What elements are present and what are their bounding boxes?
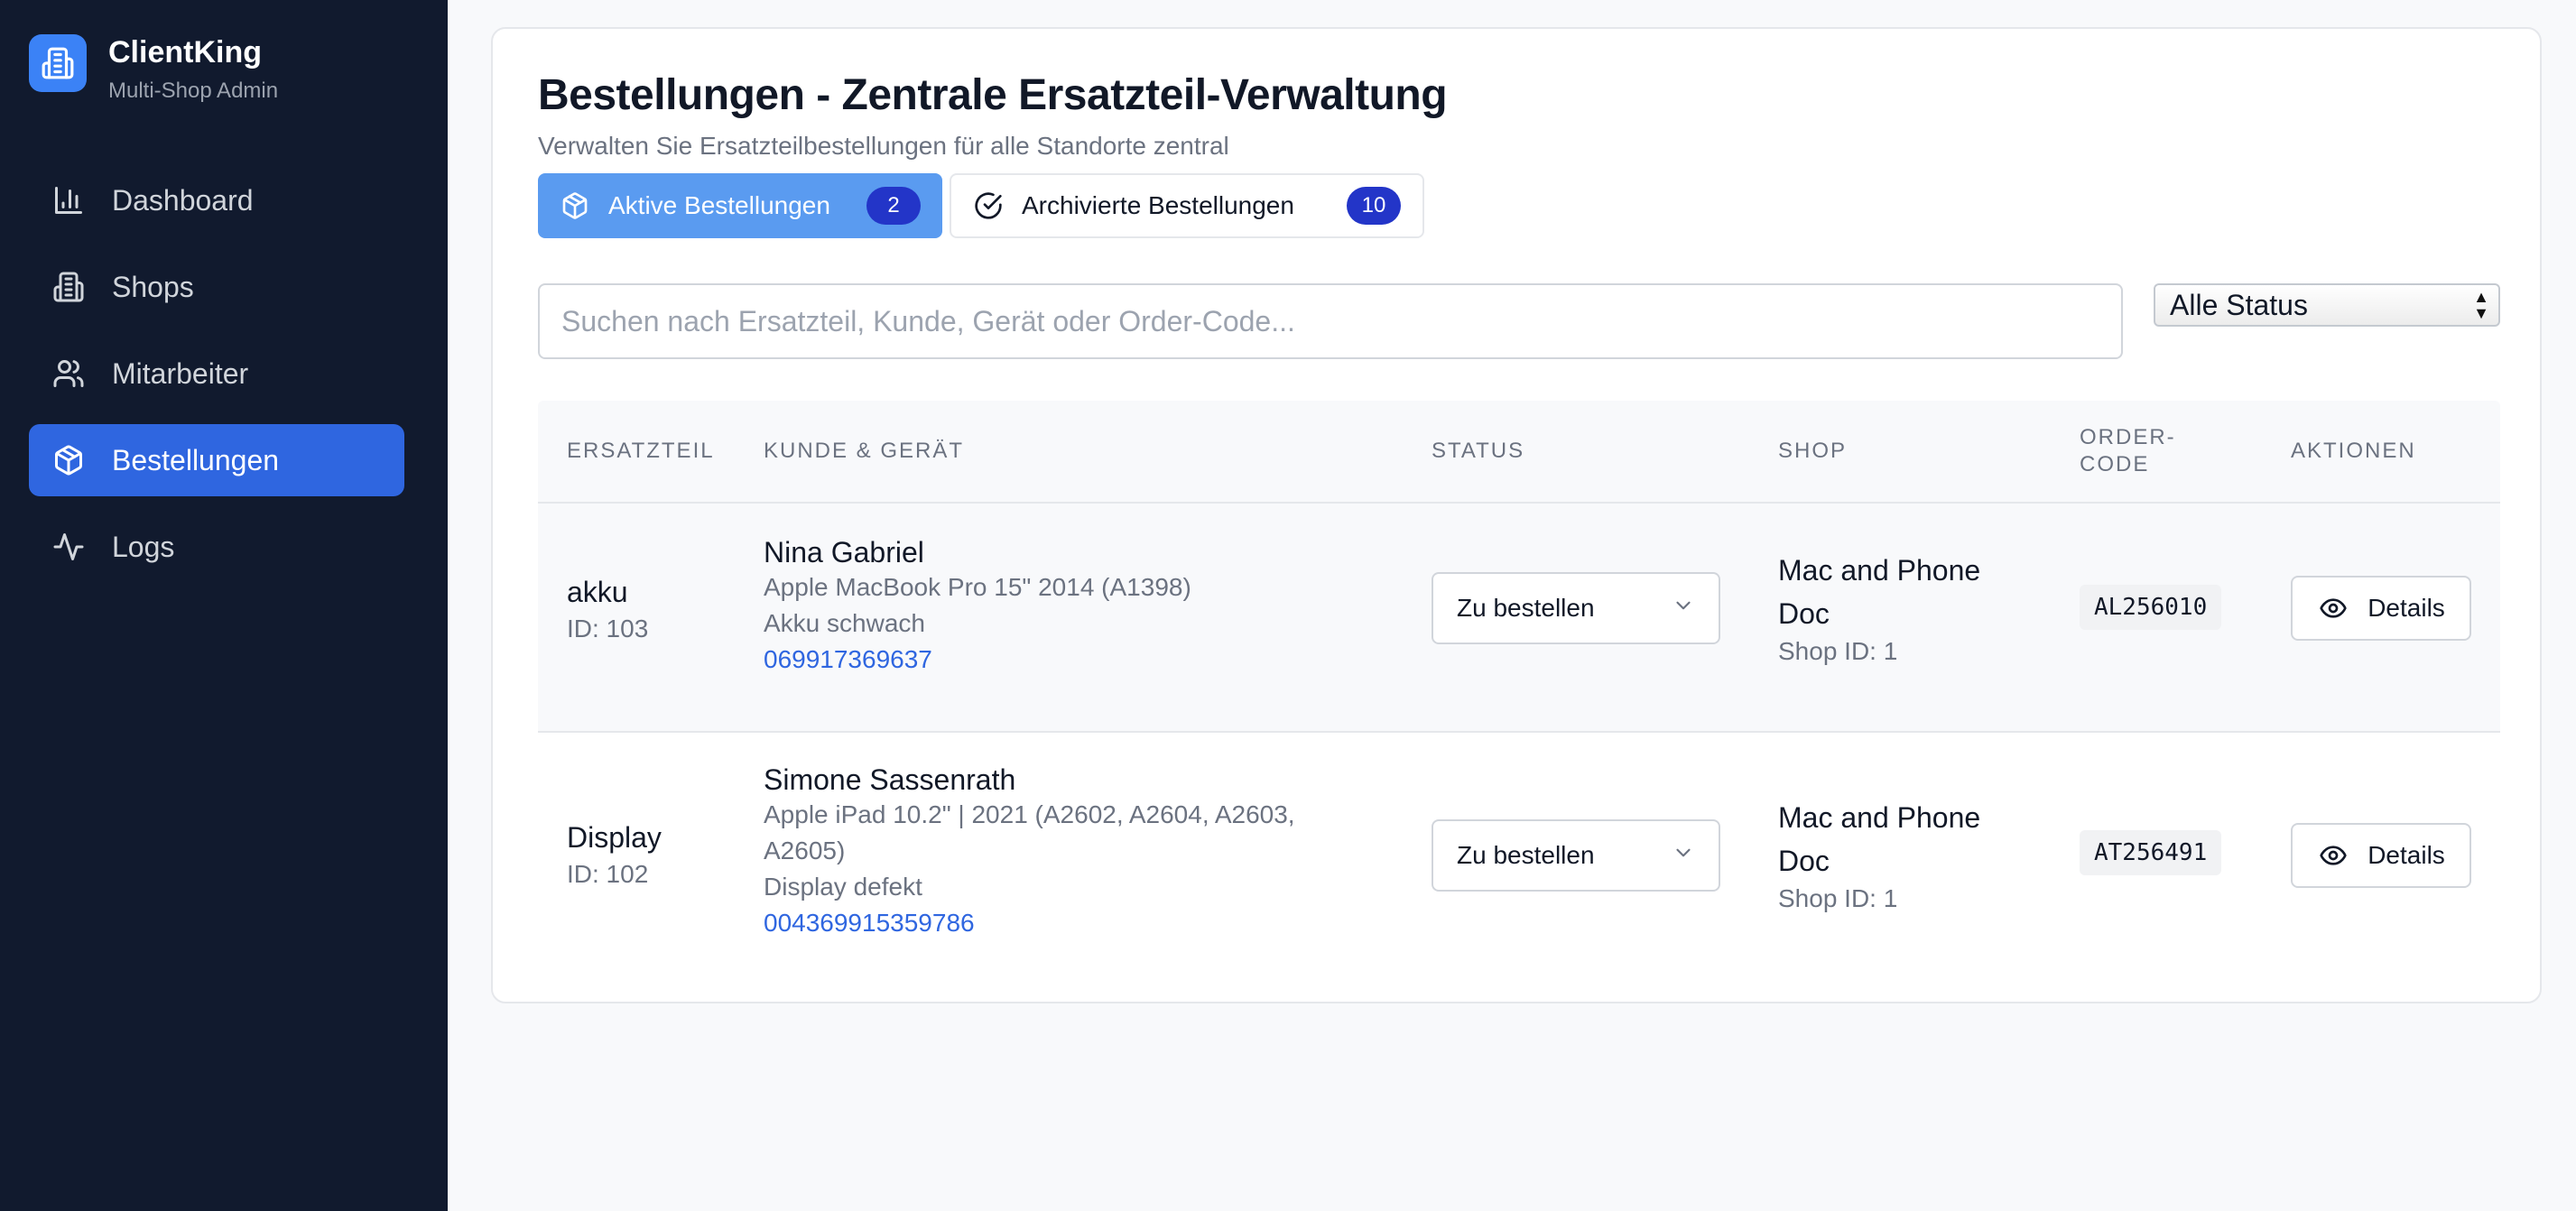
building-icon — [29, 34, 87, 92]
details-label: Details — [2368, 594, 2445, 622]
details-button[interactable]: Details — [2291, 576, 2471, 641]
customer-cell: Nina Gabriel Apple MacBook Pro 15" 2014 … — [764, 536, 1191, 678]
sidebar-item-label: Bestellungen — [112, 443, 280, 476]
phone-link[interactable]: 069917369637 — [764, 642, 1191, 678]
check-circle-icon — [973, 190, 1004, 221]
table-row: akku ID: 103 Nina Gabriel Apple MacBook … — [538, 504, 2500, 733]
shop-id: Shop ID: 1 — [1778, 884, 1898, 912]
shop-cell: Mac and Phone Doc Shop ID: 1 — [1778, 796, 2013, 915]
order-code-cell: AT256491 — [2080, 830, 2222, 875]
status-filter-value: Alle Status — [2170, 288, 2308, 321]
app-title: ClientKing — [108, 35, 262, 69]
details-button[interactable]: Details — [2291, 823, 2471, 888]
status-value: Zu bestellen — [1457, 841, 1595, 869]
shop-id: Shop ID: 1 — [1778, 637, 1898, 665]
device-name: Apple MacBook Pro 15" 2014 (A1398) — [764, 573, 1191, 601]
chevron-down-icon — [1672, 594, 1695, 624]
eye-icon — [2317, 592, 2349, 624]
sidebar-item-label: Mitarbeiter — [112, 356, 249, 390]
eye-icon — [2317, 839, 2349, 872]
header-shop: SHOP — [1778, 439, 1848, 463]
shop-name: Mac and Phone Doc — [1778, 554, 1981, 630]
sidebar-item-logs[interactable]: Logs — [29, 511, 404, 583]
page-title: Bestellungen - Zentrale Ersatzteil-Verwa… — [538, 71, 1448, 119]
orders-table: ERSATZTEIL KUNDE & GERÄT STATUS SHOP ORD… — [538, 401, 2500, 962]
status-cell: Zu bestellen — [1432, 572, 1720, 644]
status-value: Zu bestellen — [1457, 594, 1595, 622]
tab-active-orders[interactable]: Aktive Bestellungen 2 — [538, 173, 942, 238]
part-id: ID: 103 — [567, 615, 649, 642]
sidebar-item-label: Logs — [112, 530, 175, 563]
customer-name: Nina Gabriel — [764, 536, 924, 569]
customer-name: Simone Sassenrath — [764, 763, 1016, 796]
sidebar-item-shops[interactable]: Shops — [29, 251, 404, 323]
header-order-code: ORDER-CODE — [2080, 425, 2176, 476]
sidebar-nav: Dashboard Shops Mitarbeiter Bestellungen… — [29, 164, 404, 597]
tab-archived-orders[interactable]: Archivierte Bestellungen 10 — [950, 173, 1424, 238]
sidebar-item-label: Dashboard — [112, 183, 254, 217]
table-row: Display ID: 102 Simone Sassenrath Apple … — [538, 733, 2500, 962]
order-code-cell: AL256010 — [2080, 585, 2222, 630]
customer-cell: Simone Sassenrath Apple iPad 10.2" | 202… — [764, 763, 1359, 941]
building-icon — [51, 269, 87, 305]
app-subtitle: Multi-Shop Admin — [108, 79, 279, 103]
sidebar-item-bestellungen[interactable]: Bestellungen — [29, 424, 404, 496]
status-dropdown[interactable]: Zu bestellen — [1432, 572, 1720, 644]
chevron-down-icon — [1672, 841, 1695, 871]
header-ersatzteil: ERSATZTEIL — [567, 439, 715, 463]
status-cell: Zu bestellen — [1432, 819, 1720, 892]
part-cell: Display ID: 102 — [567, 821, 662, 889]
page-subtitle: Verwalten Sie Ersatzteilbestellungen für… — [538, 132, 1229, 160]
package-icon — [51, 442, 87, 478]
part-id: ID: 102 — [567, 860, 649, 888]
part-cell: akku ID: 103 — [567, 576, 648, 643]
order-code: AL256010 — [2080, 585, 2222, 630]
header-aktionen: AKTIONEN — [2291, 439, 2416, 463]
details-label: Details — [2368, 841, 2445, 869]
sidebar-item-mitarbeiter[interactable]: Mitarbeiter — [29, 337, 404, 410]
users-icon — [51, 356, 87, 392]
shop-name: Mac and Phone Doc — [1778, 801, 1981, 877]
header-status: STATUS — [1432, 439, 1525, 463]
tab-label: Aktive Bestellungen — [608, 191, 830, 219]
actions-cell: Details — [2291, 823, 2471, 888]
part-name: akku — [567, 576, 628, 608]
count-badge: 10 — [1347, 187, 1401, 225]
issue-text: Display defekt — [764, 873, 922, 901]
search-input[interactable] — [538, 283, 2123, 359]
sidebar-item-dashboard[interactable]: Dashboard — [29, 164, 404, 236]
sidebar-item-label: Shops — [112, 270, 194, 303]
activity-icon — [51, 529, 87, 565]
phone-link[interactable]: 004369915359786 — [764, 905, 1359, 941]
sidebar: ClientKing Multi-Shop Admin Dashboard Sh… — [0, 0, 448, 1211]
select-arrows-icon: ▲ ▼ — [2473, 288, 2489, 322]
order-code: AT256491 — [2080, 830, 2222, 875]
header-kunde-geraet: KUNDE & GERÄT — [764, 439, 965, 463]
count-badge: 2 — [866, 187, 921, 225]
package-icon — [560, 190, 590, 221]
shop-cell: Mac and Phone Doc Shop ID: 1 — [1778, 549, 2013, 668]
brand[interactable]: ClientKing Multi-Shop Admin — [29, 34, 278, 105]
device-name: Apple iPad 10.2" | 2021 (A2602, A2604, A… — [764, 800, 1295, 864]
actions-cell: Details — [2291, 576, 2471, 641]
order-tabs: Aktive Bestellungen 2 Archivierte Bestel… — [538, 173, 1432, 238]
table-header: ERSATZTEIL KUNDE & GERÄT STATUS SHOP ORD… — [538, 401, 2500, 504]
bar-chart-icon — [51, 182, 87, 218]
tab-label: Archivierte Bestellungen — [1022, 191, 1294, 219]
orders-card: Bestellungen - Zentrale Ersatzteil-Verwa… — [491, 27, 2542, 1003]
issue-text: Akku schwach — [764, 609, 925, 637]
part-name: Display — [567, 821, 662, 854]
status-dropdown[interactable]: Zu bestellen — [1432, 819, 1720, 892]
status-filter-select[interactable]: Alle Status ▲ ▼ — [2154, 283, 2500, 327]
